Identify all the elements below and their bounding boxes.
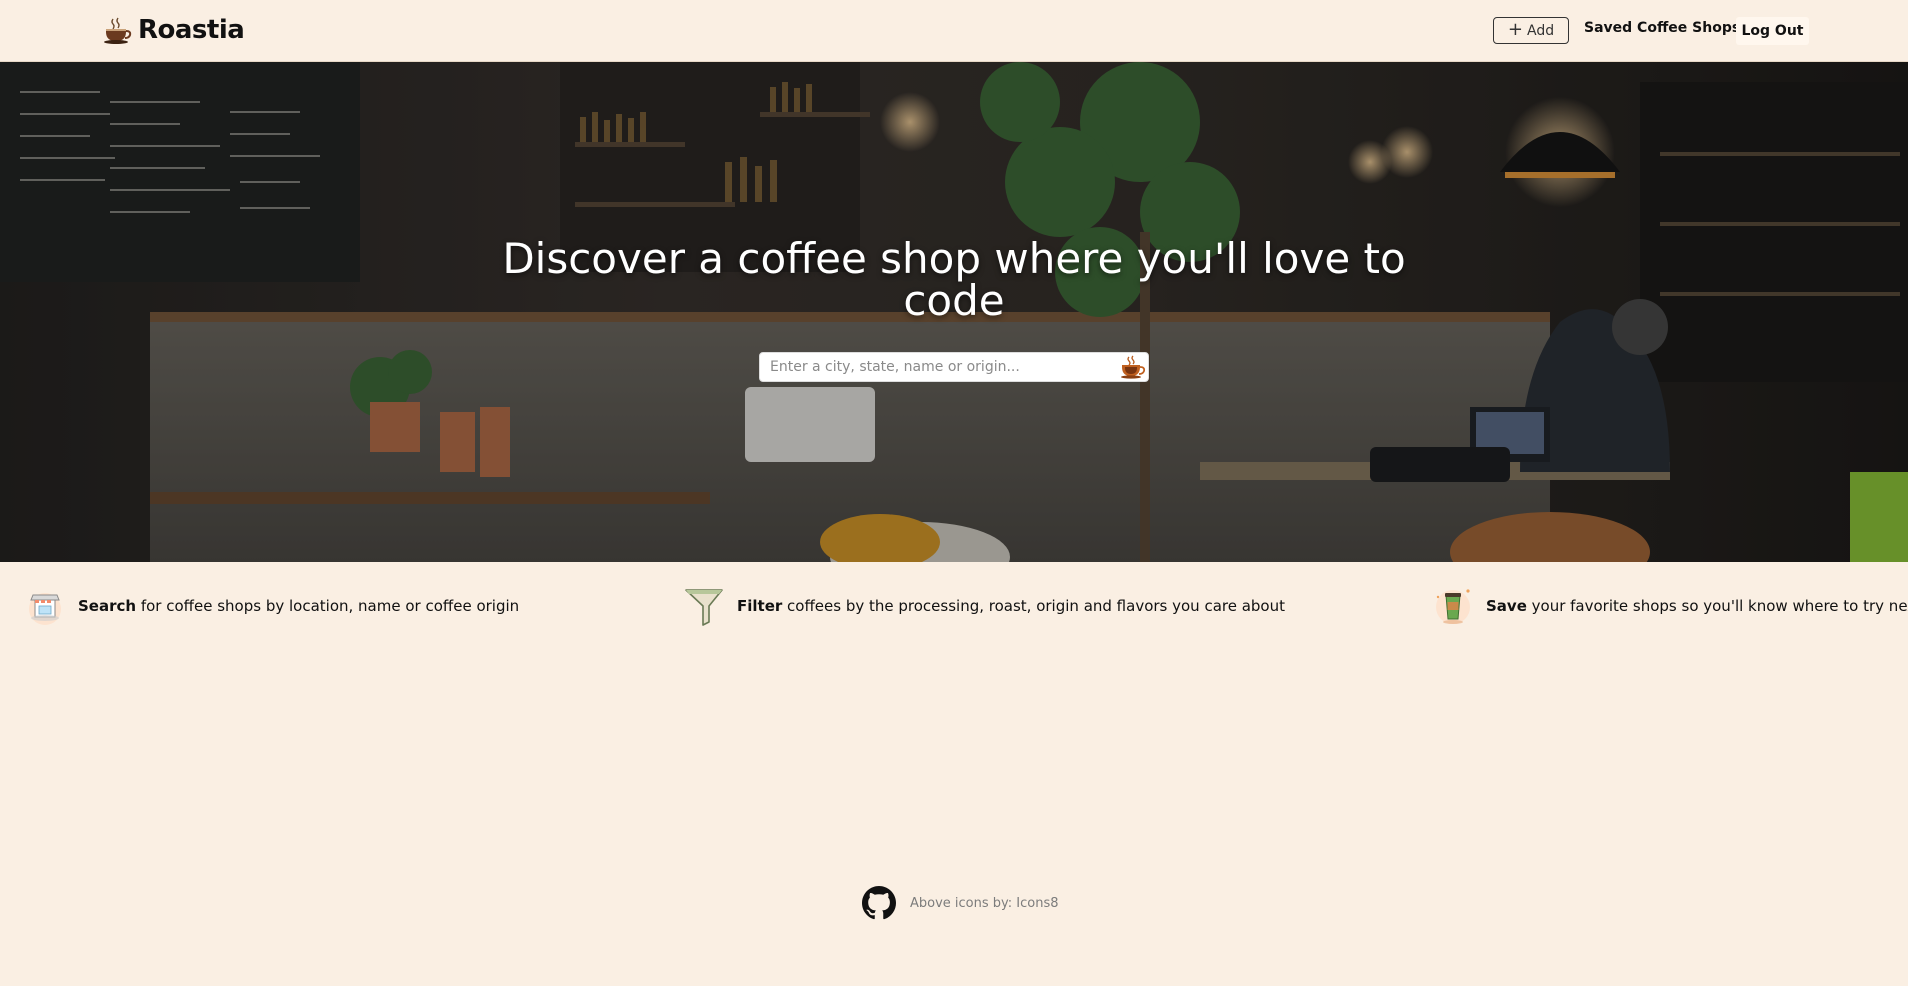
brand-name: Roastia: [138, 15, 245, 45]
feature-keyword: Filter: [737, 597, 783, 615]
feature-description: your favorite shops so you'll know where…: [1526, 597, 1908, 615]
search-button[interactable]: [1118, 353, 1148, 381]
feature-description: for coffee shops by location, name or co…: [136, 597, 520, 615]
feature-description: coffees by the processing, roast, origin…: [782, 597, 1286, 615]
search-input[interactable]: [760, 353, 1118, 381]
feature-save: Save your favorite shops so you'll know …: [1432, 584, 1908, 628]
coffee-cup-icon: [1121, 355, 1146, 379]
feature-filter: Filter coffees by the processing, roast,…: [683, 584, 1285, 628]
feature-keyword: Search: [78, 597, 137, 615]
brand-link[interactable]: Roastia: [102, 12, 245, 48]
funnel-icon: [685, 589, 723, 626]
hero-banner: Discover a coffee shop where you'll love…: [0, 62, 1908, 562]
footer: Above icons by: Icons8: [862, 886, 1059, 920]
github-icon: [862, 886, 896, 920]
coffee-cup-icon: [1436, 589, 1470, 624]
icons-credit: Above icons by: Icons8: [910, 895, 1059, 911]
add-label: Add: [1526, 22, 1555, 39]
top-navbar: Roastia + Add Saved Coffee Shops Log Out: [0, 0, 1908, 62]
saved-coffee-shops-link[interactable]: Saved Coffee Shops: [1584, 20, 1740, 42]
hero-title: Discover a coffee shop where you'll love…: [502, 234, 1406, 325]
store-icon: [29, 593, 61, 625]
plus-icon: +: [1507, 18, 1523, 40]
github-link[interactable]: [862, 886, 896, 920]
feature-keyword: Save: [1486, 597, 1527, 615]
feature-search: Search for coffee shops by location, nam…: [24, 584, 519, 628]
logout-button[interactable]: Log Out: [1736, 17, 1809, 45]
coffee-cup-logo-icon: [104, 17, 132, 44]
add-button[interactable]: + Add: [1493, 17, 1569, 44]
search-bar: [759, 352, 1149, 382]
